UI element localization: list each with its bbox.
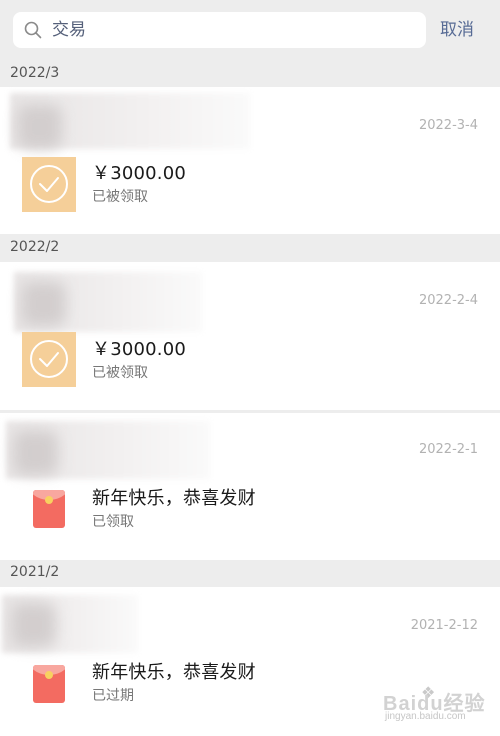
item-date: 2022-2-1 xyxy=(418,442,478,457)
item-title: ￥3000.00 xyxy=(92,163,187,184)
section-header: 2022/2 xyxy=(0,236,500,262)
search-icon xyxy=(24,21,42,39)
avatar xyxy=(22,282,66,326)
red-envelope-icon xyxy=(33,490,65,528)
check-circle-icon xyxy=(22,157,76,212)
cancel-button[interactable]: 取消 xyxy=(440,19,474,41)
item-status: 已领取 xyxy=(92,514,134,530)
search-query[interactable]: 交易 xyxy=(52,19,86,41)
watermark-url: jingyan.baidu.com xyxy=(385,711,466,722)
avatar xyxy=(12,603,56,647)
watermark: ❖ Baidu经验 jingyan.baidu.com xyxy=(383,681,495,729)
item-date: 2021-2-12 xyxy=(410,618,478,633)
item-date: 2022-3-4 xyxy=(418,118,478,133)
section-label: 2022/2 xyxy=(10,239,60,255)
section-label: 2021/2 xyxy=(10,564,60,580)
item-status: 已过期 xyxy=(92,688,134,704)
list-item[interactable]: 2022-2-4 ￥3000.00 已被领取 xyxy=(0,262,500,410)
item-title: ￥3000.00 xyxy=(92,339,187,360)
list-item[interactable]: 2022-2-1 新年快乐，恭喜发财 已领取 xyxy=(0,413,500,560)
item-status: 已被领取 xyxy=(92,365,148,381)
avatar xyxy=(18,105,62,149)
section-header: 2022/3 xyxy=(0,62,500,88)
avatar xyxy=(14,431,58,475)
list-item[interactable]: 2022-3-4 ￥3000.00 已被领取 xyxy=(0,87,500,234)
section-header: 2021/2 xyxy=(0,561,500,587)
search-bar: 交易 取消 xyxy=(0,0,500,62)
red-envelope-icon xyxy=(33,665,65,703)
item-title: 新年快乐，恭喜发财 xyxy=(92,488,256,509)
item-date: 2022-2-4 xyxy=(418,293,478,308)
check-circle-icon xyxy=(22,332,76,387)
item-title: 新年快乐，恭喜发财 xyxy=(92,662,256,683)
item-status: 已被领取 xyxy=(92,189,148,205)
section-label: 2022/3 xyxy=(10,65,60,81)
search-input[interactable]: 交易 xyxy=(13,12,426,48)
